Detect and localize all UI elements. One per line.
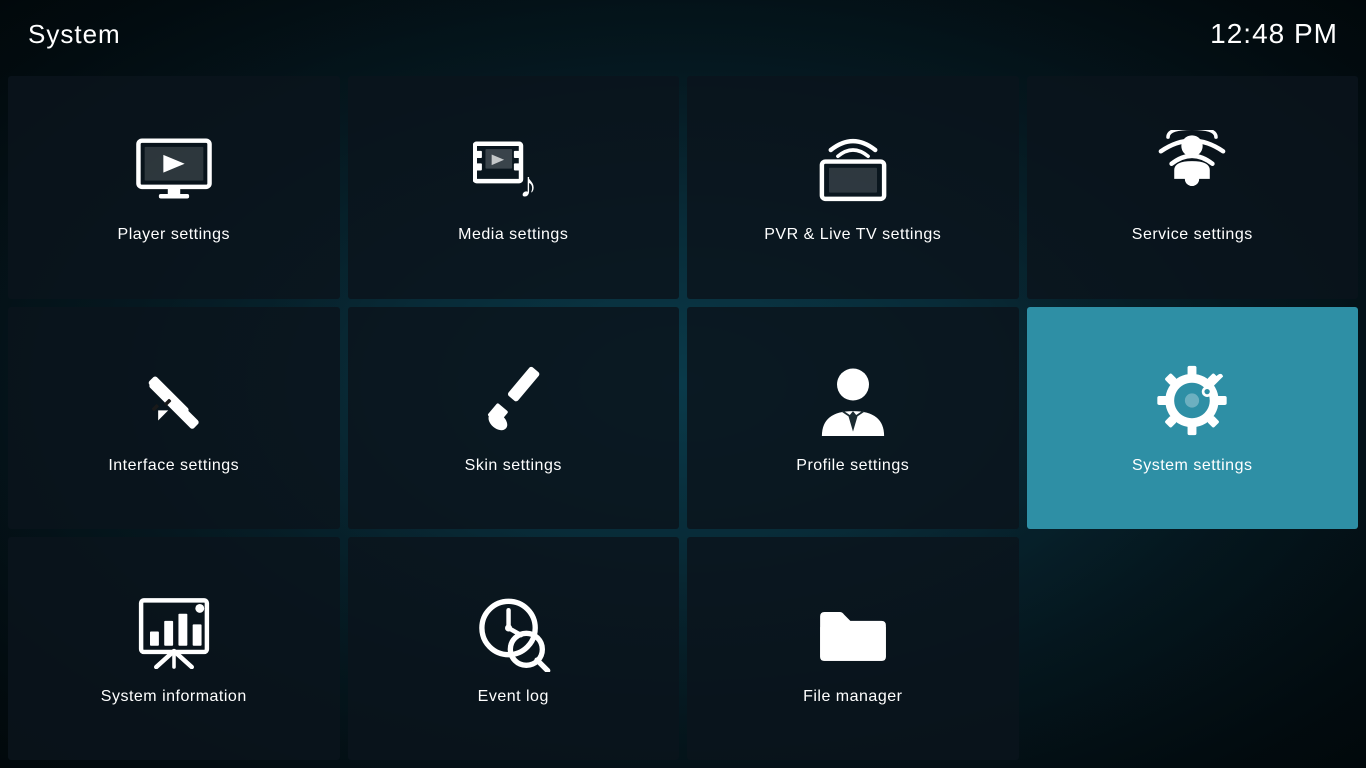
file-manager-icon (813, 592, 893, 672)
media-settings-label: Media settings (458, 226, 568, 244)
page-title: System (28, 19, 121, 50)
interface-settings-label: Interface settings (108, 457, 239, 475)
player-settings-tile[interactable]: Player settings (8, 76, 340, 299)
system-settings-label: System settings (1132, 457, 1252, 475)
player-icon (134, 130, 214, 210)
event-log-label: Event log (478, 688, 549, 706)
interface-icon (134, 361, 214, 441)
profile-settings-tile[interactable]: Profile settings (687, 307, 1019, 530)
svg-text:♪: ♪ (519, 165, 537, 205)
profile-icon (813, 361, 893, 441)
pvr-settings-label: PVR & Live TV settings (764, 226, 941, 244)
event-log-tile[interactable]: Event log (348, 537, 680, 760)
pvr-settings-tile[interactable]: PVR & Live TV settings (687, 76, 1019, 299)
skin-settings-tile[interactable]: Skin settings (348, 307, 680, 530)
player-settings-label: Player settings (118, 226, 230, 244)
file-manager-label: File manager (803, 688, 902, 706)
service-settings-label: Service settings (1132, 226, 1253, 244)
service-settings-tile[interactable]: Service settings (1027, 76, 1359, 299)
pvr-icon (813, 130, 893, 210)
settings-grid: Player settings ♪ Media settings (0, 68, 1366, 768)
file-manager-tile[interactable]: File manager (687, 537, 1019, 760)
system-information-tile[interactable]: System information (8, 537, 340, 760)
empty-tile (1027, 537, 1359, 760)
event-log-icon (473, 592, 553, 672)
system-information-label: System information (101, 688, 247, 706)
service-icon (1152, 130, 1232, 210)
system-settings-tile[interactable]: System settings (1027, 307, 1359, 530)
skin-icon (473, 361, 553, 441)
system-information-icon (134, 592, 214, 672)
skin-settings-label: Skin settings (465, 457, 562, 475)
profile-settings-label: Profile settings (796, 457, 909, 475)
interface-settings-tile[interactable]: Interface settings (8, 307, 340, 530)
clock: 12:48 PM (1210, 18, 1338, 50)
header: System 12:48 PM (0, 0, 1366, 68)
media-settings-tile[interactable]: ♪ Media settings (348, 76, 680, 299)
media-icon: ♪ (473, 130, 553, 210)
system-settings-icon (1152, 361, 1232, 441)
